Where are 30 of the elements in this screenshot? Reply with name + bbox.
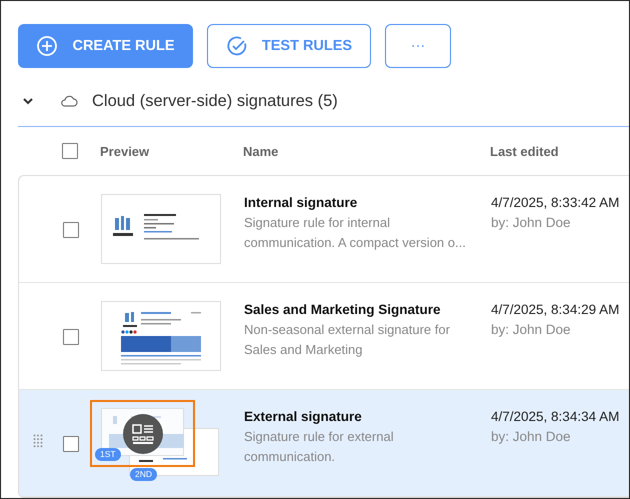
signature-description: Signature rule for external communication. [244, 428, 395, 466]
edited-date: 4/7/2025, 8:34:29 AM [491, 301, 620, 319]
row-checkbox[interactable] [63, 222, 79, 238]
plus-circle-icon [36, 35, 58, 57]
edited-by: by: John Doe [491, 428, 572, 446]
select-all-checkbox[interactable] [62, 143, 78, 159]
signature-description: Non-seasonal external signature for Sales and Marketing [244, 321, 451, 359]
edited-by: by: John Doe [491, 214, 572, 232]
column-header: Preview [100, 144, 150, 158]
order-badge: 2ND [130, 468, 158, 481]
table-row[interactable]: Internal signature Signature rule for internal communication. A compact version o... 4/7/2025, 8:33:42 AM by: John Doe [19, 176, 629, 283]
table-row[interactable]: Sales and Marketing Signature Non-seasonal external signature for Sales and Marketing 4/7/2025, 8:34:29 AM by: John Doe [19, 283, 629, 390]
signature-description: Signature rule for internal communication. A compact version o... [244, 214, 467, 252]
column-header: Name [243, 144, 280, 158]
signature-name: Sales and Marketing Signature [244, 301, 442, 319]
signature-name: External signature [244, 408, 363, 426]
row-checkbox[interactable] [63, 329, 79, 345]
order-badge: 1ST [95, 448, 121, 461]
edited-date: 4/7/2025, 8:34:34 AM [491, 408, 620, 426]
cloud-icon [60, 95, 78, 107]
check-circle-icon [226, 35, 248, 57]
edited-date: 4/7/2025, 8:33:42 AM [491, 194, 620, 212]
template-icon[interactable] [123, 414, 163, 454]
group-title: Cloud (server-side) signatures (5) [92, 92, 338, 110]
drag-handle-icon[interactable] [33, 434, 43, 448]
signature-name: Internal signature [244, 194, 358, 212]
edited-by: by: John Doe [491, 321, 572, 339]
row-checkbox[interactable] [63, 436, 79, 452]
table-row[interactable]: 1ST 2ND External signature Signature rule for external communication. 4/7/2025, 8:34:34 AM by: John Doe [19, 390, 629, 497]
column-header: Last edited [490, 144, 560, 158]
